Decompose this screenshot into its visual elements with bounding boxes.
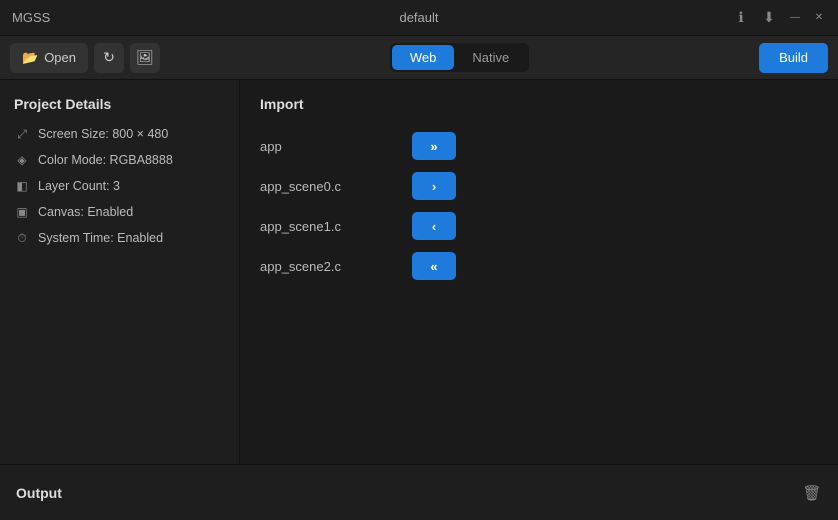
list-item: app »	[260, 126, 818, 166]
project-details-title: Project Details	[14, 96, 225, 112]
screen-size-label: Screen Size: 800 × 480	[38, 127, 168, 141]
system-time-icon: ⏱	[14, 230, 30, 246]
titlebar: MGSS default ℹ ⬇ — ✕	[0, 0, 838, 36]
tab-web[interactable]: Web	[392, 45, 455, 70]
canvas-icon: ▣	[14, 204, 30, 220]
import-list: app » app_scene0.c › app_scene1.c ‹ app_…	[260, 126, 818, 286]
refresh-icon: ↻	[103, 49, 115, 66]
import-double-left-button-scene2[interactable]: «	[412, 252, 456, 280]
info-icon[interactable]: ℹ	[732, 9, 750, 27]
tab-group: Web Native	[390, 43, 529, 72]
screen-size-icon: ⤢	[14, 126, 30, 142]
toolbar: 📂 Open ↻ 🖼 Web Native Build	[0, 36, 838, 80]
list-item: app_scene2.c «	[260, 246, 818, 286]
import-item-name: app_scene0.c	[260, 179, 400, 194]
right-panel: Import app » app_scene0.c › app_scene1.c…	[240, 80, 838, 464]
minimize-button[interactable]: —	[788, 11, 802, 25]
import-left-button-scene1[interactable]: ‹	[412, 212, 456, 240]
import-item-name: app	[260, 139, 400, 154]
detail-layer-count: ◧ Layer Count: 3	[14, 178, 225, 194]
open-button[interactable]: 📂 Open	[10, 43, 88, 73]
tab-native[interactable]: Native	[454, 45, 527, 70]
layer-count-icon: ◧	[14, 178, 30, 194]
trash-icon[interactable]: 🗑	[802, 483, 822, 503]
import-right-button-scene0[interactable]: ›	[412, 172, 456, 200]
detail-system-time: ⏱ System Time: Enabled	[14, 230, 225, 246]
list-item: app_scene0.c ›	[260, 166, 818, 206]
refresh-button[interactable]: ↻	[94, 43, 124, 73]
project-name: default	[399, 10, 438, 25]
canvas-label: Canvas: Enabled	[38, 205, 133, 219]
image-button[interactable]: 🖼	[130, 43, 160, 73]
system-time-label: System Time: Enabled	[38, 231, 163, 245]
open-label: Open	[44, 50, 76, 65]
app-name: MGSS	[12, 10, 50, 25]
detail-color-mode: ◈ Color Mode: RGBA8888	[14, 152, 225, 168]
output-title: Output	[16, 485, 62, 501]
import-item-name: app_scene2.c	[260, 259, 400, 274]
left-panel: Project Details ⤢ Screen Size: 800 × 480…	[0, 80, 240, 464]
detail-screen-size: ⤢ Screen Size: 800 × 480	[14, 126, 225, 142]
layer-count-label: Layer Count: 3	[38, 179, 120, 193]
image-icon: 🖼	[136, 49, 154, 66]
color-mode-label: Color Mode: RGBA8888	[38, 153, 173, 167]
list-item: app_scene1.c ‹	[260, 206, 818, 246]
output-panel: Output 🗑	[0, 464, 838, 520]
build-button[interactable]: Build	[759, 43, 828, 73]
main-content: Project Details ⤢ Screen Size: 800 × 480…	[0, 80, 838, 464]
detail-canvas: ▣ Canvas: Enabled	[14, 204, 225, 220]
download-icon[interactable]: ⬇	[760, 9, 778, 27]
window-controls: ℹ ⬇ — ✕	[732, 9, 826, 27]
import-item-name: app_scene1.c	[260, 219, 400, 234]
color-mode-icon: ◈	[14, 152, 30, 168]
folder-icon: 📂	[22, 50, 38, 66]
close-button[interactable]: ✕	[812, 11, 826, 25]
import-title: Import	[260, 96, 818, 112]
import-double-right-button-app[interactable]: »	[412, 132, 456, 160]
